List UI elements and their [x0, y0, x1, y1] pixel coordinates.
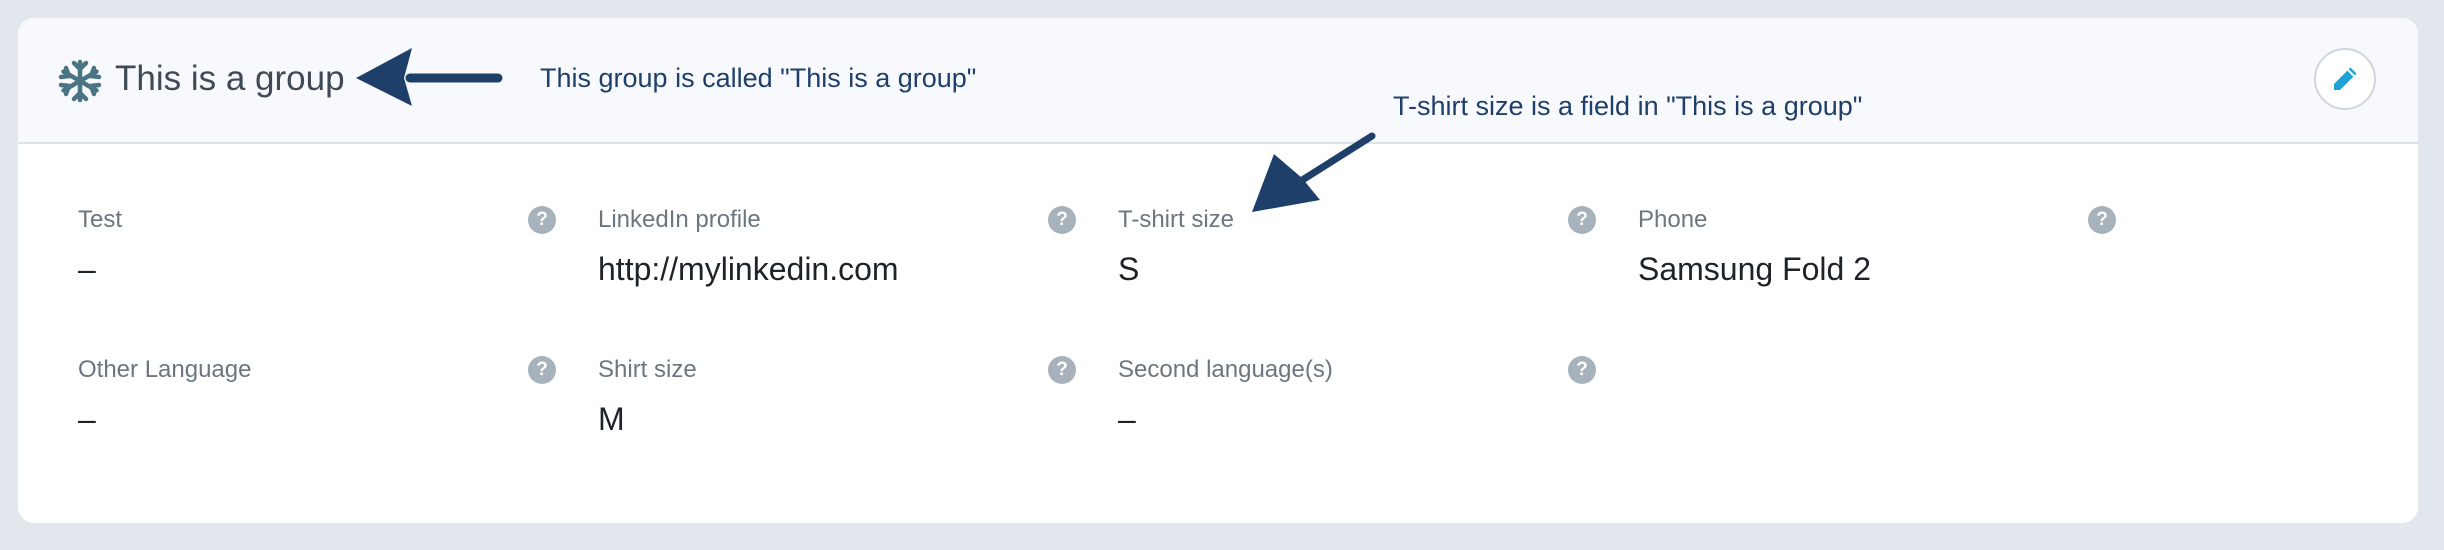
annotation-arrow-down-left-icon — [1252, 132, 1376, 212]
group-title: This is a group — [115, 59, 345, 98]
field-label: T-shirt size — [1118, 206, 1235, 233]
field-other-language: Other Language – ? — [78, 354, 558, 454]
help-icon[interactable]: ? — [528, 206, 556, 234]
annotation-arrow-left-icon — [356, 48, 503, 106]
field-value: – — [1118, 401, 1136, 437]
annotation-group-note: This group is called "This is a group" — [540, 63, 977, 93]
help-icon[interactable]: ? — [1568, 206, 1596, 234]
field-value: Samsung Fold 2 — [1638, 251, 1872, 287]
help-icon[interactable]: ? — [1568, 356, 1596, 384]
field-label: Second language(s) — [1118, 356, 1333, 383]
field-label: Test — [78, 206, 123, 233]
field-test: Test – ? — [78, 204, 558, 304]
field-value: – — [78, 251, 96, 287]
field-label: Shirt size — [598, 356, 697, 383]
field-value: S — [1118, 251, 1140, 287]
edit-group-button[interactable] — [2314, 48, 2376, 110]
annotation-field-note: T-shirt size is a field in "This is a gr… — [1393, 91, 1863, 121]
help-icon[interactable]: ? — [2088, 206, 2116, 234]
field-value: M — [598, 401, 625, 437]
field-label: LinkedIn profile — [598, 206, 761, 233]
help-icon[interactable]: ? — [528, 356, 556, 384]
snowflake-icon — [58, 59, 102, 103]
help-icon[interactable]: ? — [1048, 206, 1076, 234]
field-phone: Phone Samsung Fold 2 ? — [1638, 204, 2118, 304]
field-second-languages: Second language(s) – ? — [1118, 354, 1598, 454]
help-icon[interactable]: ? — [1048, 356, 1076, 384]
field-value: http://mylinkedin.com — [598, 251, 899, 287]
field-label: Phone — [1638, 206, 1708, 233]
field-linkedin-profile: LinkedIn profile http://mylinkedin.com ? — [598, 204, 1078, 304]
field-value: – — [78, 401, 96, 437]
field-shirt-size: Shirt size M ? — [598, 354, 1078, 454]
field-label: Other Language — [78, 356, 252, 383]
